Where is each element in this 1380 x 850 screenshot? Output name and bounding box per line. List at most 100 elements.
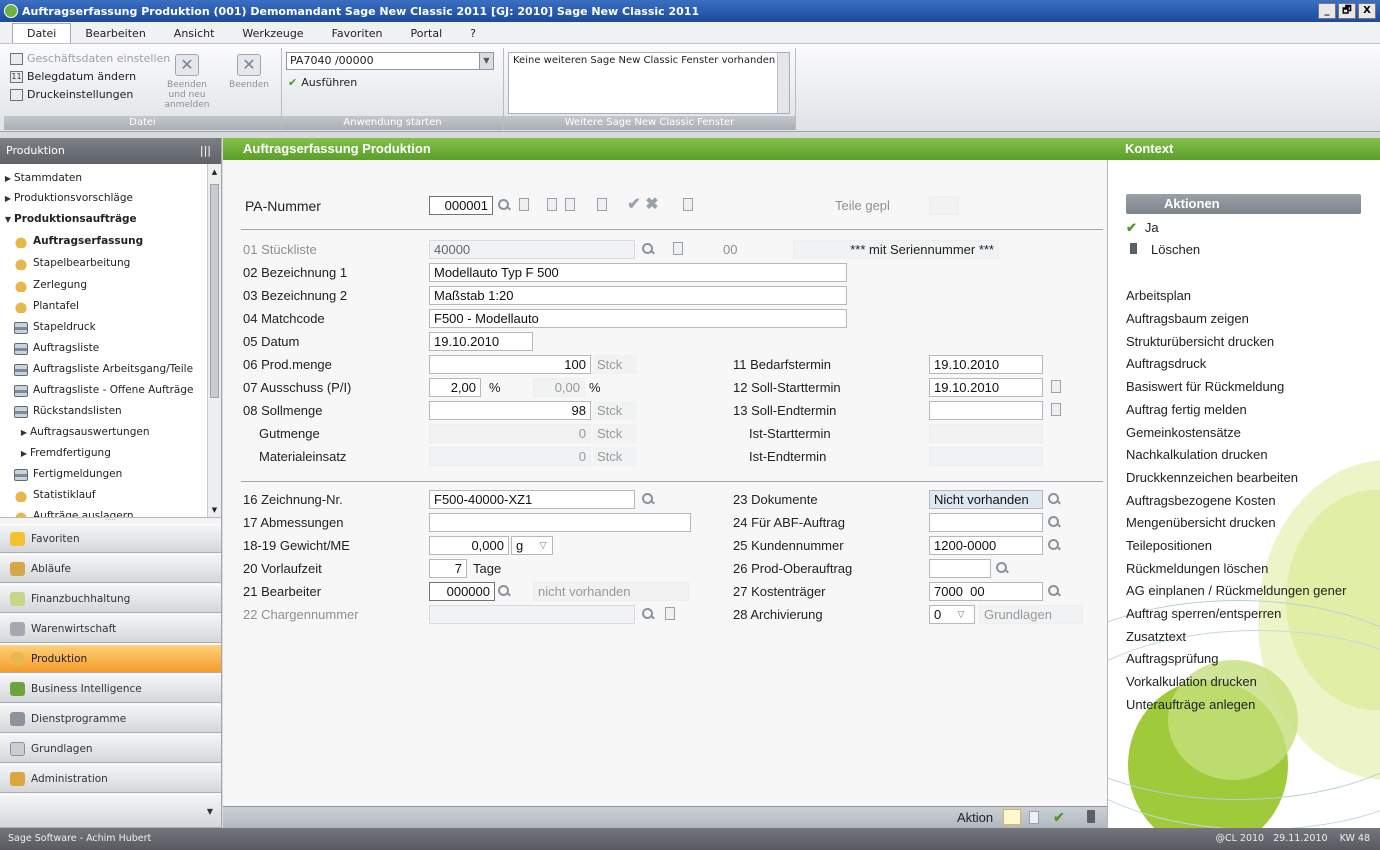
maximize-button[interactable]: 🗗 [1338, 3, 1356, 19]
ctx-rueckmeldungen-loeschen[interactable]: Rückmeldungen löschen [1126, 561, 1268, 576]
module-favoriten[interactable]: Favoriten [0, 524, 221, 553]
trash-icon[interactable] [1087, 810, 1095, 823]
tree-item-stapelbearbeitung[interactable]: Stapelbearbeitung [14, 253, 130, 274]
ctx-auftragsdruck[interactable]: Auftragsdruck [1126, 356, 1206, 371]
ctx-zusatztext[interactable]: Zusatztext [1126, 629, 1186, 644]
cancel-icon[interactable]: ✖ [645, 197, 659, 213]
action-loeschen[interactable]: Löschen [1126, 242, 1200, 257]
action-ja[interactable]: ✔ Ja [1126, 220, 1159, 236]
ctx-ag-einplanen[interactable]: AG einplanen / Rückmeldungen gener [1126, 583, 1346, 598]
search-icon[interactable] [641, 492, 655, 506]
module-ablaeufe[interactable]: Abläufe [0, 554, 221, 583]
vorlaufzeit-input[interactable]: 7 [429, 559, 467, 578]
collapse-icon[interactable]: ||| [200, 138, 211, 164]
ctx-teilepositionen[interactable]: Teilepositionen [1126, 538, 1212, 553]
window-list-scrollbar[interactable] [777, 53, 789, 113]
new-document-icon[interactable] [519, 198, 529, 211]
ctx-auftragspruefung[interactable]: Auftragsprüfung [1126, 651, 1219, 666]
soll-starttermin-input[interactable]: 19.10.2010 [929, 378, 1043, 397]
confirm-icon[interactable]: ✔ [627, 197, 641, 213]
menu-werkzeuge[interactable]: Werkzeuge [228, 24, 317, 43]
program-combo[interactable]: PA7040 /00000 ▼ [286, 52, 494, 70]
tree-item-auftragsliste-arbeitsgang[interactable]: Auftragsliste Arbeitsgang/Teile [14, 359, 193, 380]
chevron-down-icon[interactable]: ▽ [535, 537, 551, 554]
matchcode-input[interactable]: F500 - Modellauto [429, 309, 847, 328]
page-icon[interactable] [597, 198, 607, 211]
document-icon[interactable] [665, 607, 675, 620]
tree-item-plantafel[interactable]: Plantafel [14, 296, 79, 317]
menu-ansicht[interactable]: Ansicht [160, 24, 229, 43]
prodmenge-input[interactable]: 100 [429, 355, 591, 374]
ctx-unterauftraege[interactable]: Unteraufträge anlegen [1126, 697, 1255, 712]
tree-item-stammdaten[interactable]: ▶ Stammdaten [2, 168, 82, 189]
ctx-vorkalkulation[interactable]: Vorkalkulation drucken [1126, 674, 1257, 689]
dokumente-input[interactable]: Nicht vorhanden [929, 490, 1043, 509]
search-list-icon[interactable] [1047, 584, 1061, 598]
stueckliste-input[interactable]: 40000 [429, 240, 635, 259]
tree-item-produktionsauftraege[interactable]: ▼ Produktionsaufträge [2, 209, 137, 230]
beenden-button[interactable]: ✕ Beenden [226, 54, 272, 90]
close-button[interactable]: X [1358, 3, 1376, 19]
module-dienstprogramme[interactable]: Dienstprogramme [0, 704, 221, 733]
search-icon[interactable] [641, 242, 655, 256]
ctx-nachkalkulation[interactable]: Nachkalkulation drucken [1126, 447, 1268, 462]
kundennummer-input[interactable]: 1200-0000 [929, 536, 1043, 555]
module-administration[interactable]: Administration [0, 764, 221, 793]
menu-help[interactable]: ? [456, 24, 490, 43]
ausfuehren-button[interactable]: ✔ Ausführen [288, 76, 357, 89]
module-finanzbuchhaltung[interactable]: Finanzbuchhaltung [0, 584, 221, 613]
zeichnung-input[interactable]: F500-40000-XZ1 [429, 490, 635, 509]
belegdatum-button[interactable]: 11 Belegdatum ändern [10, 70, 136, 83]
calendar-icon[interactable] [1051, 380, 1061, 393]
gewicht-input[interactable]: 0,000 [429, 536, 509, 555]
abmessungen-input[interactable] [429, 513, 691, 532]
tree-item-auftragsauswertungen[interactable]: ▶ Auftragsauswertungen [18, 422, 150, 443]
bearbeiter-input[interactable]: 000000 [429, 582, 495, 601]
tree-item-stapeldruck[interactable]: Stapeldruck [14, 317, 96, 338]
module-grundlagen[interactable]: Grundlagen [0, 734, 221, 763]
geschaeftsdaten-button[interactable]: Geschäftsdaten einstellen [10, 52, 170, 65]
kostentraeger-input[interactable]: 7000 00 [929, 582, 1043, 601]
beenden-neu-anmelden-button[interactable]: ✕ Beenden und neu anmelden [164, 54, 210, 110]
search-icon[interactable] [1047, 492, 1061, 506]
datum-input[interactable]: 19.10.2010 [429, 332, 533, 351]
menu-portal[interactable]: Portal [397, 24, 457, 43]
search-list-icon[interactable] [1047, 538, 1061, 552]
search-icon[interactable] [497, 584, 511, 598]
copy-multi-icon[interactable] [565, 198, 575, 211]
delete-icon[interactable] [683, 198, 693, 211]
tree-item-rueckstandslisten[interactable]: Rückstandslisten [14, 401, 122, 422]
scroll-thumb[interactable] [210, 184, 219, 398]
search-icon[interactable] [641, 607, 655, 621]
aktion-input[interactable] [1003, 809, 1021, 825]
bedarfstermin-input[interactable]: 19.10.2010 [929, 355, 1043, 374]
tree-item-produktionsvorschlaege[interactable]: ▶ Produktionsvorschläge [2, 188, 133, 209]
chargennummer-input[interactable] [429, 605, 635, 624]
pa-number-input[interactable]: 000001 [429, 196, 493, 215]
search-icon[interactable] [995, 561, 1009, 575]
ctx-fertig-melden[interactable]: Auftrag fertig melden [1126, 402, 1247, 417]
tree-item-statistiklauf[interactable]: Statistiklauf [14, 485, 96, 506]
ausschuss-percent-input[interactable]: 2,00 [429, 378, 481, 397]
minimize-button[interactable]: _ [1318, 3, 1336, 19]
ctx-arbeitsplan[interactable]: Arbeitsplan [1126, 288, 1191, 303]
nav-more-button[interactable]: ▼ [0, 794, 221, 828]
soll-endtermin-input[interactable] [929, 401, 1043, 420]
menu-bearbeiten[interactable]: Bearbeiten [71, 24, 159, 43]
checkmark-icon[interactable]: ✔ [1053, 809, 1065, 826]
ctx-basiswert[interactable]: Basiswert für Rückmeldung [1126, 379, 1284, 394]
tree-item-auftragserfassung[interactable]: Auftragserfassung [14, 231, 143, 252]
tree-item-auftragsliste[interactable]: Auftragsliste [14, 338, 99, 359]
ctx-druckkennzeichen[interactable]: Druckkennzeichen bearbeiten [1126, 470, 1298, 485]
ctx-mengenuebersicht[interactable]: Mengenübersicht drucken [1126, 515, 1276, 530]
tree-item-fremdfertigung[interactable]: ▶ Fremdfertigung [18, 443, 111, 464]
tree-item-fertigmeldungen[interactable]: Fertigmeldungen [14, 464, 122, 485]
module-produktion[interactable]: Produktion [0, 644, 221, 673]
scroll-down-icon[interactable]: ▼ [209, 504, 220, 516]
bezeichnung2-input[interactable]: Maßstab 1:20 [429, 286, 847, 305]
window-list[interactable]: Keine weiteren Sage New Classic Fenster … [508, 52, 790, 114]
document-icon[interactable] [1029, 811, 1039, 824]
chevron-down-icon[interactable]: ▽ [953, 606, 969, 623]
calendar-icon[interactable] [1051, 403, 1061, 416]
ctx-gemeinkosten[interactable]: Gemeinkostensätze [1126, 425, 1241, 440]
